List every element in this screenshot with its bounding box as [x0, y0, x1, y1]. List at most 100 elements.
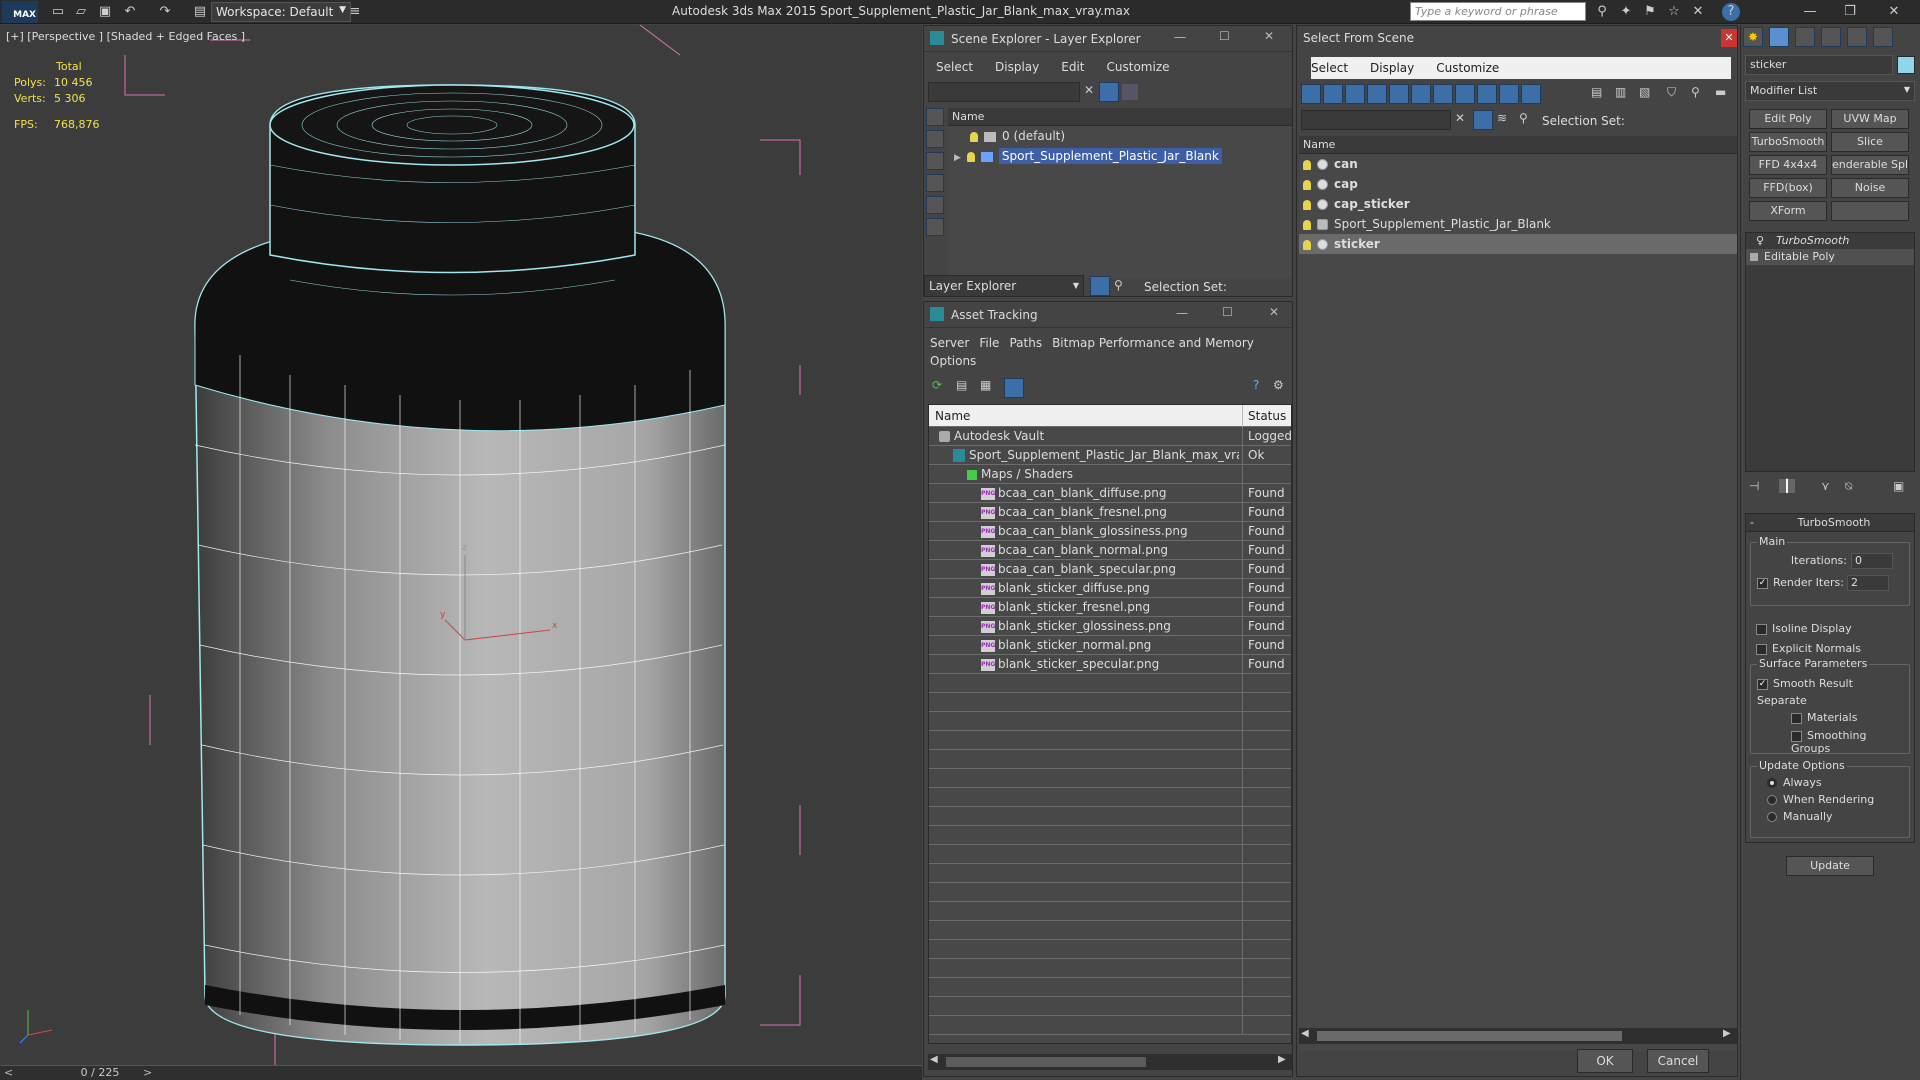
- modifier-button[interactable]: enderable Splir: [1831, 155, 1909, 175]
- clear-icon[interactable]: ✕: [1084, 83, 1094, 97]
- col-status-header[interactable]: Status: [1242, 405, 1288, 427]
- maximize-icon[interactable]: ❐: [1840, 3, 1860, 21]
- asset-row[interactable]: PNG blank_sticker_fresnel.png Found: [929, 598, 1291, 617]
- display-xrefs-icon[interactable]: [1477, 84, 1497, 104]
- scroll-left-icon[interactable]: ◀: [1301, 1028, 1309, 1039]
- asset-row[interactable]: PNG blank_sticker_glossiness.png Found: [929, 617, 1291, 636]
- stack-item-turbosmooth[interactable]: ♀ TurboSmooth: [1746, 233, 1914, 249]
- modifier-button[interactable]: Noise: [1831, 178, 1909, 198]
- menu-edit[interactable]: Edit: [1061, 60, 1084, 74]
- smooth-result-checkbox[interactable]: ✓: [1757, 678, 1768, 690]
- layer-explorer-titlebar[interactable]: Scene Explorer - Layer Explorer — ☐ ✕: [924, 26, 1292, 52]
- bulb-icon[interactable]: [1303, 179, 1311, 190]
- display-geometry-icon[interactable]: [1323, 84, 1343, 104]
- explicit-normals-checkbox[interactable]: [1756, 643, 1767, 655]
- display-groups-icon[interactable]: [1455, 84, 1475, 104]
- display-none-icon[interactable]: [926, 108, 944, 126]
- layer-search-input[interactable]: [928, 82, 1080, 102]
- asset-row[interactable]: [929, 674, 1291, 693]
- materials-row[interactable]: Materials: [1791, 711, 1857, 724]
- modifier-button[interactable]: Edit Poly: [1749, 109, 1827, 129]
- viewport-label[interactable]: [+] [Perspective ] [Shaded + Edged Faces…: [6, 30, 245, 43]
- rollout-header[interactable]: - TurboSmooth: [1746, 514, 1914, 532]
- scroll-right-icon[interactable]: ▶: [1278, 1054, 1286, 1065]
- asset-row[interactable]: [929, 902, 1291, 921]
- hierarchy-icon[interactable]: ⚲: [1114, 278, 1130, 294]
- help-icon[interactable]: ?: [1253, 378, 1259, 392]
- menu-options[interactable]: Options: [930, 354, 976, 368]
- smoothing-groups-checkbox[interactable]: [1791, 730, 1802, 742]
- render-iters-spinner[interactable]: 2: [1847, 575, 1889, 591]
- display-helpers-icon[interactable]: [1411, 84, 1431, 104]
- menu-paths[interactable]: Paths: [1009, 336, 1042, 350]
- explicit-normals-row[interactable]: Explicit Normals: [1756, 642, 1861, 655]
- asset-row[interactable]: [929, 693, 1291, 712]
- workspace-dropdown[interactable]: Workspace: Default ▼: [211, 2, 351, 22]
- hierarchy-toggle-icon[interactable]: ⚲: [1519, 111, 1528, 125]
- smoothing-groups-row[interactable]: Smoothing Groups: [1791, 729, 1909, 755]
- modifier-button[interactable]: UVW Map: [1831, 109, 1909, 129]
- asset-tracking-titlebar[interactable]: Asset Tracking — ☐ ✕: [924, 302, 1292, 328]
- create-tab-icon[interactable]: ✸: [1743, 27, 1763, 47]
- asset-row[interactable]: PNG bcaa_can_blank_diffuse.png Found: [929, 484, 1291, 503]
- exchange-icon[interactable]: ✕: [1688, 3, 1708, 21]
- show-end-result-icon[interactable]: ┃: [1779, 479, 1795, 493]
- binoculars-icon[interactable]: ⚲: [1592, 3, 1612, 21]
- bulb-icon[interactable]: [1303, 219, 1311, 230]
- select-scene-titlebar[interactable]: Select From Scene ✕: [1297, 26, 1737, 52]
- asset-row[interactable]: [929, 864, 1291, 883]
- modifier-button[interactable]: [1831, 201, 1909, 221]
- when-rendering-radio[interactable]: [1767, 795, 1777, 805]
- perspective-viewport[interactable]: x y z [+] [Perspective ] [Shaded + Edged…: [0, 25, 922, 1065]
- display-cameras-icon[interactable]: [926, 196, 944, 214]
- remove-modifier-icon[interactable]: ⍉: [1845, 479, 1852, 494]
- modifier-button[interactable]: TurboSmooth: [1749, 132, 1827, 152]
- cancel-button[interactable]: Cancel: [1647, 1049, 1709, 1073]
- asset-row[interactable]: PNG blank_sticker_specular.png Found: [929, 655, 1291, 674]
- scroll-thumb[interactable]: [946, 1057, 1146, 1067]
- display-containers-icon[interactable]: [1521, 84, 1541, 104]
- asset-row[interactable]: [929, 959, 1291, 978]
- star-icon[interactable]: ☆: [1664, 3, 1684, 21]
- iterations-spinner[interactable]: 0: [1851, 553, 1893, 569]
- scroll-left-icon[interactable]: ◀: [930, 1054, 938, 1065]
- clear-icon[interactable]: ✕: [1455, 111, 1465, 125]
- scene-col-name[interactable]: Name: [1299, 136, 1737, 154]
- always-radio[interactable]: [1767, 778, 1777, 788]
- bulb-icon[interactable]: [1303, 239, 1311, 250]
- isoline-checkbox[interactable]: [1756, 623, 1767, 635]
- manually-radio[interactable]: [1767, 812, 1777, 822]
- hierarchy-icon[interactable]: ⚲: [1691, 85, 1700, 99]
- close-icon[interactable]: ✕: [1884, 3, 1904, 21]
- menu-customize[interactable]: Customize: [1436, 61, 1499, 75]
- scene-search-input[interactable]: [1301, 110, 1451, 130]
- asset-row[interactable]: [929, 845, 1291, 864]
- layers-icon[interactable]: [1122, 84, 1138, 100]
- filter-active-icon[interactable]: [1473, 110, 1493, 130]
- modifier-button[interactable]: Slice: [1831, 132, 1909, 152]
- object-name-field[interactable]: sticker: [1745, 55, 1893, 75]
- update-button[interactable]: Update: [1786, 856, 1874, 876]
- asset-row[interactable]: [929, 883, 1291, 902]
- render-iters-checkbox[interactable]: ✓: [1757, 577, 1768, 589]
- layer-row[interactable]: 0 (default): [948, 126, 1292, 146]
- bulb-icon[interactable]: [1303, 199, 1311, 210]
- asset-row[interactable]: PNG blank_sticker_normal.png Found: [929, 636, 1291, 655]
- always-row[interactable]: Always: [1767, 776, 1822, 789]
- bulb-icon[interactable]: [1303, 159, 1311, 170]
- asset-row[interactable]: PNG bcaa_can_blank_glossiness.png Found: [929, 522, 1291, 541]
- menu-display[interactable]: Display: [995, 60, 1039, 74]
- asset-row[interactable]: [929, 997, 1291, 1016]
- display-cameras-icon[interactable]: [1389, 84, 1409, 104]
- asset-row[interactable]: PNG bcaa_can_blank_specular.png Found: [929, 560, 1291, 579]
- asset-row[interactable]: [929, 1016, 1291, 1035]
- display-helpers-icon[interactable]: [926, 218, 944, 236]
- layer-column-name[interactable]: Name: [948, 108, 1292, 126]
- minimize-icon[interactable]: —: [1174, 30, 1186, 44]
- display-lights-icon[interactable]: [926, 174, 944, 192]
- maximize-icon[interactable]: ☐: [1222, 305, 1233, 319]
- asset-row[interactable]: [929, 788, 1291, 807]
- undo-icon[interactable]: ↶: [120, 3, 140, 21]
- asset-row[interactable]: [929, 826, 1291, 845]
- menu-file[interactable]: File: [979, 336, 999, 350]
